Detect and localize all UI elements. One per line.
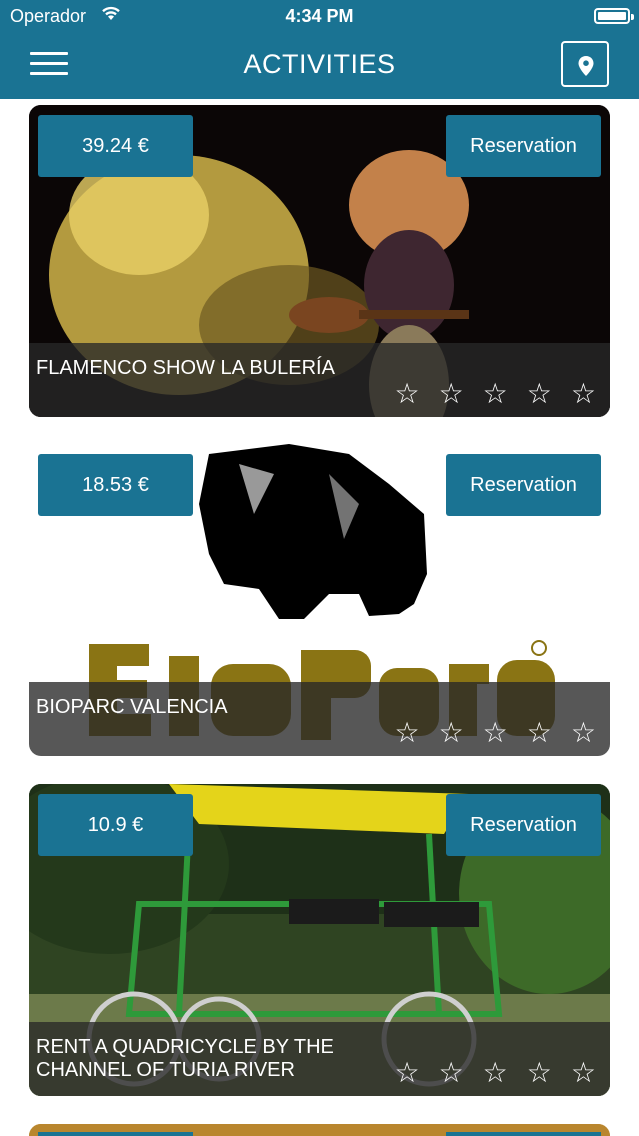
activity-title: BIOPARC VALENCIA bbox=[36, 696, 228, 718]
activity-card[interactable]: 39.24 € Reservation FLAMENCO SHOW LA BUL… bbox=[29, 105, 610, 417]
map-button[interactable] bbox=[561, 41, 609, 87]
activity-card[interactable]: 10.9 € Reservation RENT A QUADRICYCLE BY… bbox=[29, 784, 610, 1096]
star-icon[interactable]: ☆ bbox=[483, 379, 508, 409]
activity-caption: FLAMENCO SHOW LA BULERÍA ☆ ☆ ☆ ☆ ☆ bbox=[29, 343, 610, 417]
star-icon[interactable]: ☆ bbox=[527, 379, 552, 409]
star-icon[interactable]: ☆ bbox=[439, 718, 464, 748]
activity-title: RENT A QUADRICYCLE BY THE CHANNEL OF TUR… bbox=[36, 1036, 334, 1081]
map-pin-icon bbox=[578, 56, 594, 76]
star-icon[interactable]: ☆ bbox=[527, 718, 552, 748]
star-icon[interactable]: ☆ bbox=[571, 1058, 596, 1088]
price-button[interactable]: 18.53 € bbox=[38, 454, 193, 516]
price-button[interactable]: 39.24 € bbox=[38, 115, 193, 177]
status-bar: Operador 4:34 PM bbox=[0, 0, 639, 34]
activity-caption: RENT A QUADRICYCLE BY THE CHANNEL OF TUR… bbox=[29, 1022, 610, 1096]
star-icon[interactable]: ☆ bbox=[527, 1058, 552, 1088]
activity-card[interactable] bbox=[29, 1124, 610, 1136]
activity-title: FLAMENCO SHOW LA BULERÍA bbox=[36, 357, 335, 379]
clock: 4:34 PM bbox=[285, 6, 354, 26]
activity-card[interactable]: 18.53 € Reservation BIOPARC VALENCIA ☆ ☆… bbox=[29, 444, 610, 756]
star-icon[interactable]: ☆ bbox=[394, 379, 419, 409]
rating-stars[interactable]: ☆ ☆ ☆ ☆ ☆ bbox=[394, 379, 596, 409]
star-icon[interactable]: ☆ bbox=[394, 1058, 419, 1088]
activity-image bbox=[29, 1124, 610, 1136]
star-icon[interactable]: ☆ bbox=[439, 1058, 464, 1088]
star-icon[interactable]: ☆ bbox=[483, 1058, 508, 1088]
price-button[interactable]: 10.9 € bbox=[38, 794, 193, 856]
activity-caption: BIOPARC VALENCIA ☆ ☆ ☆ ☆ ☆ bbox=[29, 682, 610, 756]
battery-icon bbox=[594, 8, 634, 24]
rating-stars[interactable]: ☆ ☆ ☆ ☆ ☆ bbox=[394, 718, 596, 748]
reservation-button[interactable]: Reservation bbox=[446, 794, 601, 856]
page-title: ACTIVITIES bbox=[243, 49, 396, 79]
reservation-button[interactable]: Reservation bbox=[446, 454, 601, 516]
star-icon[interactable]: ☆ bbox=[483, 718, 508, 748]
app-header: Operador 4:34 PM ACTIVITIES bbox=[0, 0, 639, 99]
reservation-button[interactable]: Reservation bbox=[446, 115, 601, 177]
rating-stars[interactable]: ☆ ☆ ☆ ☆ ☆ bbox=[394, 1058, 596, 1088]
star-icon[interactable]: ☆ bbox=[571, 379, 596, 409]
star-icon[interactable]: ☆ bbox=[571, 718, 596, 748]
star-icon[interactable]: ☆ bbox=[394, 718, 419, 748]
star-icon[interactable]: ☆ bbox=[439, 379, 464, 409]
